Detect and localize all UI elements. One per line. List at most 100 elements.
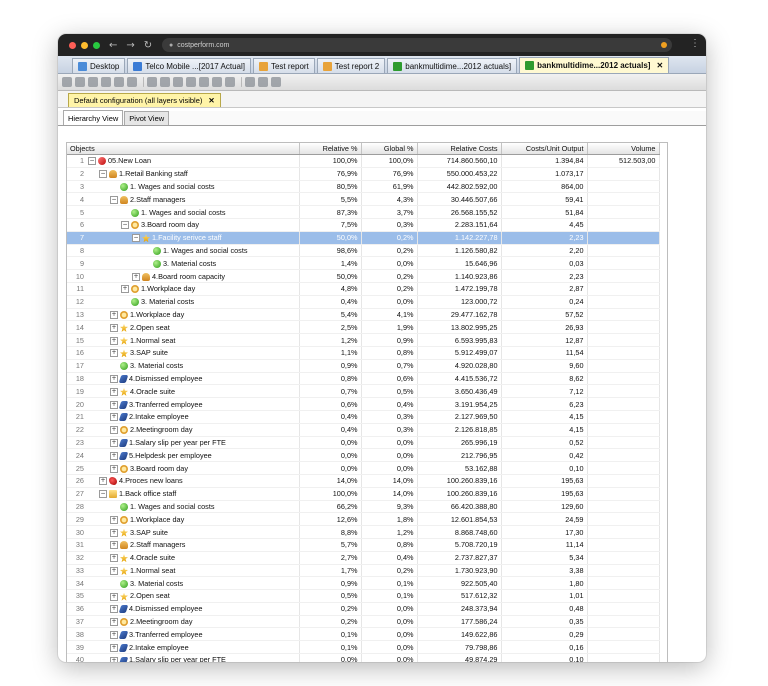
expand-icon[interactable]: + — [110, 528, 118, 537]
table-row[interactable]: 27 − 1.Back office staff 100,0% 14,0% 100.260… — [67, 487, 660, 501]
table-row[interactable]: 7 − 1.Facility serivce staff 50,0% 0,2% 1.142… — [67, 231, 660, 245]
object-cell[interactable]: 9 3. Material costs — [67, 256, 300, 271]
object-cell[interactable]: 14 +2.Open seat — [67, 320, 300, 335]
object-cell[interactable]: 3 1. Wages and social costs — [67, 180, 300, 194]
object-cell[interactable]: 11 +1.Workplace day — [67, 282, 300, 296]
object-cell[interactable]: 8 1. Wages and social costs — [67, 244, 300, 258]
expand-icon[interactable]: + — [110, 426, 118, 435]
toolbar-paste-icon[interactable] — [114, 77, 124, 87]
close-tab-icon[interactable]: ✕ — [656, 61, 663, 70]
toolbar-edit-icon[interactable] — [212, 77, 222, 87]
object-cell[interactable]: 16 +3.SAP suite — [67, 346, 300, 360]
toolbar-open-icon[interactable] — [75, 77, 85, 87]
object-cell[interactable]: 37 +2.Meetingroom day — [67, 615, 300, 629]
app-tab[interactable]: Test report 2 — [316, 58, 386, 73]
expand-icon[interactable]: + — [110, 630, 118, 639]
object-cell[interactable]: 5 1. Wages and social costs — [67, 205, 300, 219]
collapse-icon[interactable]: − — [99, 490, 107, 499]
expand-icon[interactable]: + — [110, 375, 118, 384]
expand-icon[interactable]: + — [110, 566, 118, 575]
table-row[interactable]: 23 +1.Salary slip per year per FTE 0,0% 0,0… — [67, 436, 660, 450]
object-cell[interactable]: 29 +1.Workplace day — [67, 512, 300, 527]
table-row[interactable]: 5 1. Wages and social costs 87,3% 3,7% 26.56… — [67, 205, 660, 219]
toolbar-settings-icon[interactable] — [271, 77, 281, 87]
table-row[interactable]: 25 +3.Board room day 0,0% 0,0% 53.162,88 0,10 — [67, 461, 660, 475]
object-cell[interactable]: 39 +2.Intake employee — [67, 640, 300, 655]
collapse-icon[interactable]: − — [99, 170, 107, 179]
expand-icon[interactable]: + — [110, 554, 118, 563]
object-cell[interactable]: 23 +1.Salary slip per year per FTE — [67, 436, 300, 450]
table-row[interactable]: 8 1. Wages and social costs 98,6% 0,2% 1.126… — [67, 244, 660, 258]
table-row[interactable]: 32 +4.Oracle suite 2,7% 0,4% 2.737.827,37 5,3… — [67, 551, 660, 565]
column-header-costs-per-unit[interactable]: Costs/Unit Output — [501, 143, 588, 155]
address-bar[interactable]: ● costperform.com — [162, 38, 672, 52]
collapse-icon[interactable]: − — [121, 221, 129, 230]
expand-icon[interactable]: + — [110, 643, 118, 652]
reload-icon[interactable]: ↻ — [144, 40, 152, 51]
object-cell[interactable]: 33 +1.Normal seat — [67, 564, 300, 578]
object-cell[interactable]: 25 +3.Board room day — [67, 461, 300, 475]
toolbar-link-icon[interactable] — [186, 77, 196, 87]
object-cell[interactable]: 6 − 3.Board room day — [67, 218, 300, 232]
table-row[interactable]: 14 +2.Open seat 2,5% 1,9% 13.802.995,25 26,93 — [67, 320, 660, 335]
table-row[interactable]: 9 3. Material costs 1,4% 0,0% 15.646,96 0,03 — [67, 256, 660, 271]
table-row[interactable]: 11 +1.Workplace day 4,8% 0,2% 1.472.199,78 2,… — [67, 282, 660, 296]
object-cell[interactable]: 30 +3.SAP suite — [67, 525, 300, 539]
object-cell[interactable]: 21 +2.Intake employee — [67, 410, 300, 424]
object-cell[interactable]: 12 3. Material costs — [67, 295, 300, 309]
table-row[interactable]: 40 +1.Salary slip per year per FTE 0,0% 0,0… — [67, 653, 660, 662]
column-header-relative-costs[interactable]: Relative Costs — [417, 143, 502, 155]
table-row[interactable]: 20 +3.Tranferred employee 0,6% 0,4% 3.191.95… — [67, 397, 660, 411]
table-row[interactable]: 30 +3.SAP suite 8,8% 1,2% 8.868.748,60 17,30 — [67, 525, 660, 539]
menu-kebab-icon[interactable]: ⋮ — [690, 38, 700, 49]
column-header-objects[interactable]: Objects — [67, 143, 300, 155]
expand-icon[interactable]: + — [99, 477, 107, 486]
toolbar-save-icon[interactable] — [88, 77, 98, 87]
expand-icon[interactable]: + — [110, 464, 118, 473]
minimize-window-button[interactable] — [81, 41, 88, 49]
expand-icon[interactable]: + — [110, 439, 118, 447]
table-row[interactable]: 26 +4.Proces new loans 14,0% 14,0% 100.260.8… — [67, 474, 660, 488]
table-row[interactable]: 17 3. Material costs 0,9% 0,7% 4.920.028,80 9… — [67, 359, 660, 373]
table-row[interactable]: 19 +4.Oracle suite 0,7% 0,5% 3.650.436,49 7,1… — [67, 384, 660, 399]
toolbar-chart-icon[interactable] — [225, 77, 235, 87]
table-row[interactable]: 21 +2.Intake employee 0,4% 0,3% 2.127.969,50… — [67, 410, 660, 424]
object-cell[interactable]: 10 +4.Board room capacity — [67, 269, 300, 283]
object-cell[interactable]: 15 +1.Normal seat — [67, 333, 300, 347]
expand-icon[interactable]: + — [110, 541, 118, 550]
toolbar-layer-icon[interactable] — [173, 77, 183, 87]
table-row[interactable]: 36 +4.Dismissed employee 0,2% 0,0% 248.373,9… — [67, 602, 660, 616]
column-header-global-percent[interactable]: Global % — [361, 143, 418, 155]
object-cell[interactable]: 17 3. Material costs — [67, 359, 300, 373]
table-row[interactable]: 31 +2.Staff managers 5,7% 0,8% 5.708.720,19 1… — [67, 538, 660, 552]
app-tab[interactable]: bankmultidime...2012 actuals] — [387, 58, 518, 73]
table-row[interactable]: 4 − 2.Staff managers 5,5% 4,3% 30.446.507,66 5… — [67, 192, 660, 207]
expand-icon[interactable]: + — [110, 618, 118, 627]
object-cell[interactable]: 13 +1.Workplace day — [67, 308, 300, 322]
object-cell[interactable]: 20 +3.Tranferred employee — [67, 397, 300, 411]
object-cell[interactable]: 24 +5.Helpdesk per employee — [67, 448, 300, 463]
object-cell[interactable]: 31 +2.Staff managers — [67, 538, 300, 552]
toolbar-print-icon[interactable] — [127, 77, 137, 87]
toolbar-sort-icon[interactable] — [160, 77, 170, 87]
toolbar-copy-icon[interactable] — [101, 77, 111, 87]
table-row[interactable]: 22 +2.Meetingroom day 0,4% 0,3% 2.126.818,85… — [67, 423, 660, 437]
object-cell[interactable]: 2 − 1.Retail Banking staff — [67, 167, 300, 181]
table-row[interactable]: 24 +5.Helpdesk per employee 0,0% 0,0% 212.79… — [67, 448, 660, 463]
column-header-relative-percent[interactable]: Relative % — [299, 143, 362, 155]
expand-icon[interactable]: + — [110, 336, 118, 345]
object-cell[interactable]: 19 +4.Oracle suite — [67, 384, 300, 399]
app-tab[interactable]: bankmultidime...2012 actuals] ✕ — [519, 57, 670, 73]
table-row[interactable]: 15 +1.Normal seat 1,2% 0,9% 6.593.995,83 12,8… — [67, 333, 660, 347]
collapse-icon[interactable]: − — [132, 234, 140, 243]
object-cell[interactable]: 32 +4.Oracle suite — [67, 551, 300, 565]
object-cell[interactable]: 1− 05.New Loan — [67, 154, 300, 168]
table-row[interactable]: 39 +2.Intake employee 0,1% 0,0% 79.798,86 0,1… — [67, 640, 660, 655]
maximize-window-button[interactable] — [93, 41, 100, 49]
expand-icon[interactable]: + — [110, 656, 118, 662]
expand-icon[interactable]: + — [110, 323, 118, 332]
toolbar-report-icon[interactable] — [245, 77, 255, 87]
table-row[interactable]: 12 3. Material costs 0,4% 0,0% 123.000,72 0,2… — [67, 295, 660, 309]
table-row[interactable]: 10 +4.Board room capacity 50,0% 0,2% 1.140.9… — [67, 269, 660, 283]
table-row[interactable]: 1−05.New Loan 100,0% 100,0% 714.860.560,10 1… — [67, 154, 660, 168]
